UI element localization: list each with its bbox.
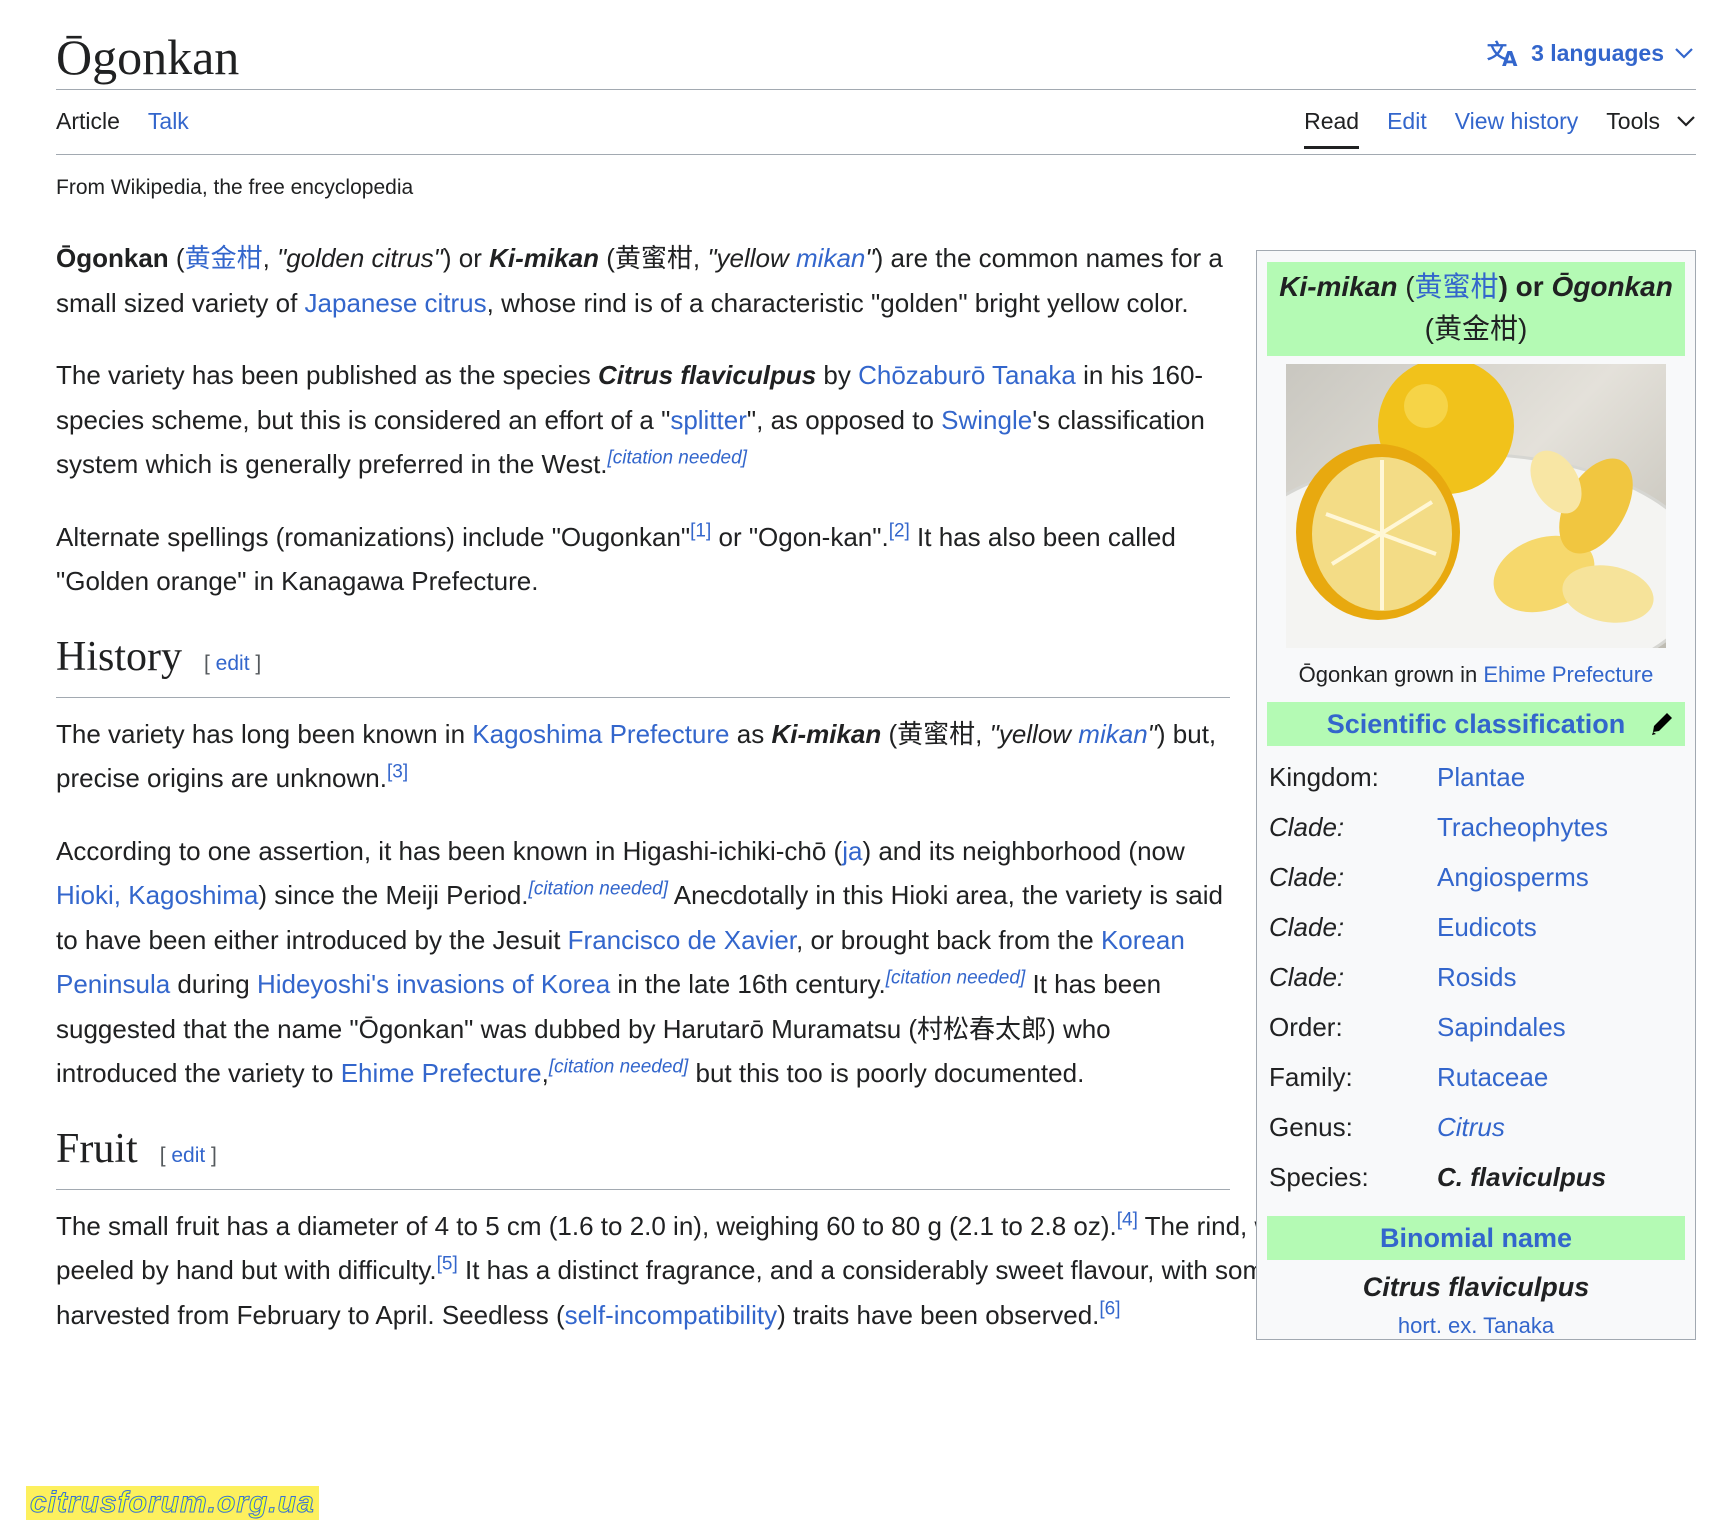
taxon-link[interactable]: Plantae <box>1437 762 1525 793</box>
section-heading-fruit: Fruit [ edit ] <box>56 1124 1230 1190</box>
reference-1[interactable]: [1] <box>690 520 711 541</box>
taxonomy-row: Clade: Tracheophytes <box>1269 811 1609 843</box>
taxonomy-table: Kingdom: Plantae Clade: Tracheophytes Clad… <box>1269 752 1683 1202</box>
swingle-link[interactable]: Swingle <box>941 405 1032 435</box>
taxonomy-row: Family: Rutaceae <box>1269 1061 1549 1093</box>
taxon-link[interactable]: Rutaceae <box>1437 1062 1548 1093</box>
tab-read[interactable]: Read <box>1304 108 1360 149</box>
infobox: Ki-mikan (黄蜜柑) or Ōgonkan (黄金柑) Ōgonkan … <box>1256 250 1696 1340</box>
xavier-link[interactable]: Francisco de Xavier <box>568 925 796 955</box>
tab-view-history[interactable]: View history <box>1455 108 1579 149</box>
ehime-link[interactable]: Ehime Prefecture <box>1483 662 1653 687</box>
tools-label: Tools <box>1606 108 1660 134</box>
history-paragraph-1: The variety has long been known in Kagos… <box>56 718 1217 794</box>
citation-needed-link[interactable]: [citation needed] <box>886 967 1025 988</box>
namespace-tabs: Article Talk <box>56 108 189 149</box>
kagoshima-link[interactable]: Kagoshima Prefecture <box>472 719 729 749</box>
ja-link[interactable]: ja <box>842 836 862 866</box>
article-body: Ōgonkan (黄金柑, "golden citrus") or Ki-mik… <box>56 236 1612 1365</box>
intro-paragraph-2: The variety has been published as the sp… <box>56 360 1205 479</box>
intro-paragraph-1: Ōgonkan (黄金柑, "golden citrus") or Ki-mik… <box>56 243 1223 318</box>
authority-link[interactable]: hort. ex. Tanaka <box>1257 1313 1695 1339</box>
citation-needed-link[interactable]: [citation needed] <box>549 1056 688 1077</box>
title-divider <box>56 89 1696 90</box>
infobox-caption: Ōgonkan grown in Ehime Prefecture <box>1298 662 1654 687</box>
binomial-name: Citrus flaviculpus <box>1362 1272 1590 1302</box>
ehime-link[interactable]: Ehime Prefecture <box>341 1058 542 1088</box>
taxon-link[interactable]: Rosids <box>1437 962 1516 993</box>
taxonomy-row: Species: C. flaviculpus <box>1269 1161 1607 1192</box>
chevron-down-icon <box>1677 116 1695 127</box>
section-edit-link[interactable]: [ edit ] <box>204 639 261 689</box>
splitter-link[interactable]: splitter <box>670 405 747 435</box>
chevron-down-icon <box>1675 48 1693 59</box>
species-value: C. flaviculpus <box>1437 1161 1607 1192</box>
taxonomy-row: Clade: Eudicots <box>1269 911 1537 943</box>
ogonkan-photo[interactable] <box>1286 364 1666 648</box>
taxonomy-row: Order: Sapindales <box>1269 1011 1566 1043</box>
language-label: 3 languages <box>1531 39 1664 66</box>
svg-text:A: A <box>1502 47 1518 68</box>
watermark: citrusforum.org.ua <box>26 1486 319 1520</box>
mikan-link[interactable]: mikan <box>796 243 865 273</box>
pencil-icon[interactable] <box>1649 708 1675 738</box>
infobox-title: Ki-mikan (黄蜜柑) or Ōgonkan (黄金柑) <box>1267 262 1685 356</box>
reference-5[interactable]: [5] <box>437 1253 458 1274</box>
reference-4[interactable]: [4] <box>1117 1209 1138 1230</box>
mikan-link[interactable]: mikan <box>1078 719 1147 749</box>
tab-article[interactable]: Article <box>56 108 120 149</box>
kanji-link[interactable]: 黄金柑 <box>185 243 263 273</box>
translate-icon: 文 A <box>1487 39 1518 68</box>
taxonomy-row: Clade: Angiosperms <box>1269 861 1589 893</box>
bold-term: Ki-mikan <box>489 243 599 273</box>
japanese-citrus-link[interactable]: Japanese citrus <box>305 288 487 318</box>
taxon-link[interactable]: Eudicots <box>1437 912 1537 943</box>
reference-2[interactable]: [2] <box>889 520 910 541</box>
taxon-link[interactable]: Citrus <box>1437 1112 1505 1142</box>
reference-6[interactable]: [6] <box>1099 1298 1120 1319</box>
taxon-link[interactable]: Tracheophytes <box>1437 812 1608 843</box>
language-button[interactable]: 文 A 3 languages <box>1487 38 1694 68</box>
reference-3[interactable]: [3] <box>387 761 408 782</box>
kanji-link[interactable]: 黄蜜柑 <box>1415 271 1499 302</box>
taxon-link[interactable]: Sapindales <box>1437 1012 1566 1043</box>
taxonomy-row: Kingdom: Plantae <box>1269 761 1526 793</box>
fruit-image <box>1286 364 1666 648</box>
taxonomy-row: Genus: Citrus <box>1269 1111 1505 1142</box>
invasions-link[interactable]: Hideyoshi's invasions of Korea <box>257 969 610 999</box>
binomial-name-header: Binomial name <box>1267 1216 1685 1260</box>
history-paragraph-2: According to one assertion, it has been … <box>56 835 1223 1089</box>
tab-edit[interactable]: Edit <box>1387 108 1427 149</box>
taxon-link[interactable]: Angiosperms <box>1437 862 1589 893</box>
section-edit-link[interactable]: [ edit ] <box>160 1131 217 1181</box>
intro-paragraph-3: Alternate spellings (romanizations) incl… <box>56 519 1176 596</box>
page-title: Ōgonkan <box>56 29 240 85</box>
self-incompatibility-link[interactable]: self-incompatibility <box>565 1300 777 1330</box>
bold-term: Ōgonkan <box>56 243 169 273</box>
view-tabs: Read Edit View history Tools <box>1304 108 1696 149</box>
tab-talk[interactable]: Talk <box>148 108 189 149</box>
hioki-link[interactable]: Hioki, Kagoshima <box>56 880 258 910</box>
citation-needed-link[interactable]: [citation needed] <box>529 878 668 899</box>
taxonomy-row: Clade: Rosids <box>1269 961 1517 993</box>
citation-needed-link[interactable]: [citation needed] <box>608 447 747 468</box>
scientific-classification-link[interactable]: Scientific classification <box>1327 709 1626 739</box>
tagline: From Wikipedia, the free encyclopedia <box>56 176 414 199</box>
section-heading-history: History [ edit ] <box>56 632 1230 698</box>
scientific-classification-header: Scientific classification <box>1267 702 1685 746</box>
tanaka-link[interactable]: Chōzaburō Tanaka <box>858 360 1076 390</box>
tabs-divider <box>56 154 1696 155</box>
tools-menu[interactable]: Tools <box>1606 108 1696 149</box>
